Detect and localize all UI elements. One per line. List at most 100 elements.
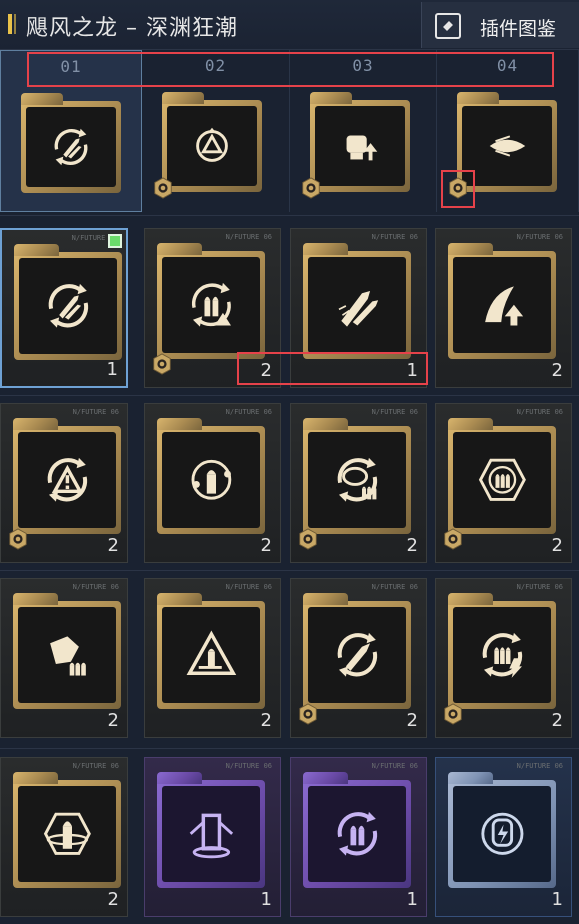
plugin-card[interactable]: N/FUTURE 06 2 — [144, 403, 281, 563]
folder-tab — [157, 772, 203, 784]
row-divider — [0, 570, 579, 571]
plugin-count: 2 — [406, 535, 418, 556]
bullet-cycle-icon — [337, 633, 377, 677]
shatter-ammo-icon — [49, 636, 86, 676]
plugin-folder — [13, 593, 121, 709]
plugin-folder — [157, 593, 265, 709]
plugin-folder — [13, 418, 121, 534]
triangle-bullet-icon — [186, 630, 236, 676]
folder-tab — [448, 243, 494, 255]
ammo-bolt-icon — [482, 633, 522, 679]
plugin-folder — [157, 418, 265, 534]
folder-inner — [308, 432, 406, 528]
plugin-count: 2 — [260, 535, 272, 556]
plugin-card[interactable]: N/FUTURE 06 2 — [0, 403, 128, 563]
plugin-count: 2 — [551, 535, 563, 556]
card-tag: N/FUTURE 06 — [516, 583, 563, 591]
folder-inner — [308, 607, 406, 703]
plugin-card[interactable]: N/FUTURE 06 2 — [290, 403, 427, 563]
card-tag: N/FUTURE 06 — [225, 233, 272, 241]
slot-tab-02[interactable]: 02 — [142, 50, 290, 212]
plugin-card[interactable]: N/FUTURE 06 2 — [144, 578, 281, 738]
slot-number: 01 — [60, 57, 82, 76]
page-title: 飓风之龙 – 深渊狂潮 — [26, 16, 238, 41]
folder-inner — [308, 786, 406, 882]
plugin-folder — [303, 593, 411, 709]
slot-tab-01[interactable]: 01 — [0, 50, 142, 212]
plugin-count: 2 — [107, 710, 119, 731]
gear-icon — [7, 528, 29, 550]
plugin-folder — [310, 92, 410, 192]
plugin-card[interactable]: N/FUTURE 06 2 — [435, 403, 572, 563]
plugin-folder — [303, 418, 411, 534]
folder-tab — [457, 92, 499, 104]
folder-inner — [462, 106, 552, 186]
slot-number: 04 — [496, 56, 519, 75]
folder-inner — [453, 607, 551, 703]
pillar-icon — [189, 813, 233, 859]
gear-icon — [151, 353, 173, 375]
feather-up-icon — [484, 286, 523, 326]
plugin-folder — [457, 92, 557, 192]
plugin-gallery-button[interactable]: 插件图鉴 — [421, 2, 579, 48]
plugin-card[interactable]: N/FUTURE 06 2 — [435, 578, 572, 738]
plugin-card[interactable]: N/FUTURE 06 2 — [144, 228, 281, 388]
card-tag: N/FUTURE 06 — [371, 583, 418, 591]
plugin-count: 1 — [406, 360, 418, 381]
fist-up-icon — [346, 135, 378, 161]
plugin-folder — [21, 93, 121, 193]
folder-tab — [303, 243, 349, 255]
folder-tab — [448, 593, 494, 605]
twin-bullet-icon — [338, 291, 378, 327]
plugin-folder — [303, 772, 411, 888]
ammo-warning-icon — [191, 283, 231, 327]
header-bar: 飓风之龙 – 深渊狂潮 插件图鉴 — [0, 0, 579, 50]
folder-inner — [162, 786, 260, 882]
folder-tab — [14, 244, 60, 256]
plugin-count: 1 — [406, 889, 418, 910]
plugin-card[interactable]: N/FUTURE 06 1 — [435, 757, 572, 917]
folder-inner — [26, 107, 116, 187]
plugin-count: 2 — [406, 710, 418, 731]
card-tag: N/FUTURE 06 — [72, 583, 119, 591]
folder-inner — [162, 432, 260, 528]
plugin-count: 1 — [260, 889, 272, 910]
plugin-gallery-label: 插件图鉴 — [480, 18, 557, 40]
gear-icon — [300, 177, 322, 199]
folder-tab — [21, 93, 63, 105]
slot-tab-04[interactable]: 04 — [437, 50, 579, 212]
folder-inner — [18, 607, 116, 703]
folder-inner — [315, 106, 405, 186]
card-tag: N/FUTURE 06 — [72, 408, 119, 416]
plugin-folder — [448, 418, 556, 534]
plugin-card[interactable]: N/FUTURE 06 2 — [435, 228, 572, 388]
plugin-card[interactable]: N/FUTURE 06 1 — [0, 228, 128, 388]
plugin-card[interactable]: N/FUTURE 06 2 — [0, 757, 128, 917]
plugin-card[interactable]: N/FUTURE 06 1 — [290, 228, 427, 388]
gear-icon — [447, 177, 469, 199]
plugin-card[interactable]: N/FUTURE 06 2 — [290, 578, 427, 738]
row-divider — [0, 215, 579, 216]
folder-inner — [19, 258, 117, 354]
folder-inner — [453, 432, 551, 528]
plugin-folder — [157, 243, 265, 359]
ammo-swap-icon — [337, 812, 377, 856]
gear-icon — [442, 528, 464, 550]
folder-inner — [308, 257, 406, 353]
plugin-card[interactable]: N/FUTURE 06 2 — [0, 578, 128, 738]
folder-inner — [453, 786, 551, 882]
card-gallery-icon — [435, 13, 461, 39]
plugin-count: 2 — [260, 360, 272, 381]
rocket-cycle-icon — [48, 284, 88, 328]
card-tag: N/FUTURE 06 — [225, 762, 272, 770]
plugin-card[interactable]: N/FUTURE 06 1 — [144, 757, 281, 917]
gear-icon — [297, 703, 319, 725]
row-divider — [0, 395, 579, 396]
gear-icon — [297, 528, 319, 550]
plugin-card[interactable]: N/FUTURE 06 1 — [290, 757, 427, 917]
slot-tab-03[interactable]: 03 — [290, 50, 437, 212]
plugin-count: 2 — [260, 710, 272, 731]
folder-tab — [13, 593, 59, 605]
feather-bullet-icon — [489, 135, 526, 157]
row-divider — [0, 748, 579, 749]
